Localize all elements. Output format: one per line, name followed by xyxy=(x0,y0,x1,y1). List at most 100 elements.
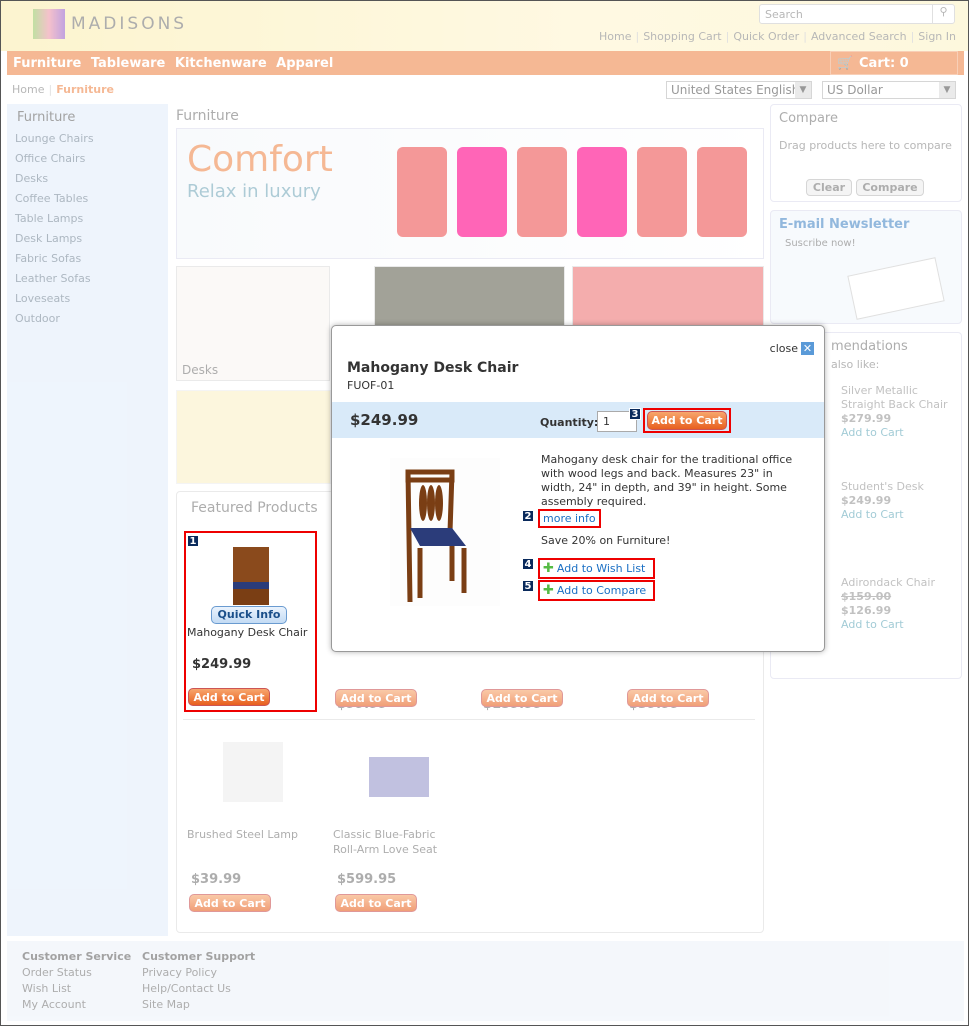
page-title: Furniture xyxy=(176,108,239,124)
sidebar-title: Furniture xyxy=(17,110,76,125)
nav-furniture[interactable]: Furniture xyxy=(13,56,81,71)
price-bar: $249.99 Quantity: 1 Add to Cart 3 xyxy=(332,402,824,438)
chair-image xyxy=(697,147,747,237)
language-value: United States English xyxy=(671,83,800,97)
search-icon[interactable]: ⚲ xyxy=(932,5,954,23)
product-image xyxy=(369,757,429,797)
currency-select[interactable]: US Dollar ▼ xyxy=(822,81,956,99)
footer-link[interactable]: Site Map xyxy=(142,998,190,1011)
search-placeholder: Search xyxy=(765,8,803,21)
highlight-box xyxy=(184,531,317,712)
close-button[interactable]: close ✕ xyxy=(770,342,814,355)
chair-image xyxy=(397,147,447,237)
product-image xyxy=(223,742,283,802)
product-card[interactable]: Brushed Steel Lamp $39.99 Add to Cart xyxy=(183,732,323,922)
clear-button[interactable]: Clear xyxy=(806,179,852,196)
sidebar-item[interactable]: Coffee Tables xyxy=(15,189,168,209)
rec-price: $126.99 xyxy=(841,604,892,617)
sidebar-item[interactable]: Table Lamps xyxy=(15,209,168,229)
compare-title: Compare xyxy=(779,111,838,126)
rec-add-to-cart[interactable]: Add to Cart xyxy=(841,426,904,440)
rec-price: $279.99 xyxy=(841,412,892,425)
sidebar-item[interactable]: Desks xyxy=(15,169,168,189)
logo-text[interactable]: MADISONS xyxy=(71,14,187,34)
category-nav: Furniture Tableware Kitchenware Apparel xyxy=(7,51,964,75)
footer-link[interactable]: Help/Contact Us xyxy=(142,982,231,995)
breadcrumb: Home | Furniture xyxy=(12,83,115,96)
add-to-cart-button[interactable]: Add to Cart xyxy=(189,894,271,912)
rec-add-to-cart[interactable]: Add to Cart xyxy=(841,618,904,632)
rec-name[interactable]: Student's Desk xyxy=(841,480,924,494)
envelope-icon xyxy=(847,257,945,320)
chair-image xyxy=(637,147,687,237)
footer-link[interactable]: Order Status xyxy=(22,966,92,979)
add-to-cart-button[interactable]: Add to Cart xyxy=(335,894,417,912)
rec-add-to-cart[interactable]: Add to Cart xyxy=(841,508,904,522)
annotation-badge: 5 xyxy=(522,580,534,592)
newsletter-subtitle: Suscribe now! xyxy=(785,238,856,249)
logo-icon[interactable] xyxy=(33,9,65,39)
banner[interactable]: Comfort Relax in luxury xyxy=(176,128,764,259)
footer-link[interactable]: Wish List xyxy=(22,982,71,995)
add-to-cart-button[interactable]: Add to Cart xyxy=(627,689,709,707)
sidebar: Furniture Lounge Chairs Office Chairs De… xyxy=(7,104,168,936)
promo-tile[interactable] xyxy=(176,390,331,484)
add-to-wish-list-link[interactable]: ✚ Add to Wish List xyxy=(538,558,655,579)
sidebar-item[interactable]: Lounge Chairs xyxy=(15,129,168,149)
link-advanced-search[interactable]: Advanced Search xyxy=(811,30,907,43)
product-price: $39.99 xyxy=(191,872,242,887)
plus-icon: ✚ xyxy=(543,583,554,598)
footer-link[interactable]: My Account xyxy=(22,998,86,1011)
footer-heading: Customer Support xyxy=(142,950,256,963)
newsletter-title: E-mail Newsletter xyxy=(779,217,910,232)
annotation-badge: 4 xyxy=(522,558,534,570)
sidebar-item[interactable]: Desk Lamps xyxy=(15,229,168,249)
chair-icon xyxy=(405,469,467,603)
product-description: Mahogany desk chair for the traditional … xyxy=(541,453,793,508)
product-name[interactable]: Classic Blue-Fabric Roll-Arm Love Seat xyxy=(333,827,453,857)
sidebar-item[interactable]: Fabric Sofas xyxy=(15,249,168,269)
add-to-cart-button[interactable]: Add to Cart xyxy=(481,689,563,707)
nav-tableware[interactable]: Tableware xyxy=(91,56,166,71)
add-to-compare-link[interactable]: ✚ Add to Compare xyxy=(538,580,655,601)
product-card[interactable]: Classic Blue-Fabric Roll-Arm Love Seat $5… xyxy=(329,732,469,922)
rec-name[interactable]: Silver Metallic Straight Back Chair xyxy=(841,384,956,412)
nav-apparel[interactable]: Apparel xyxy=(276,56,333,71)
quantity-label: Quantity: xyxy=(540,416,599,429)
sidebar-item[interactable]: Leather Sofas xyxy=(15,269,168,289)
compare-button[interactable]: Compare xyxy=(856,179,924,196)
sidebar-item[interactable]: Loveseats xyxy=(15,289,168,309)
category-desks[interactable]: Desks xyxy=(176,266,330,381)
add-to-cart-button[interactable]: Add to Cart xyxy=(335,689,417,707)
breadcrumb-home[interactable]: Home xyxy=(12,83,44,96)
footer-link[interactable]: Privacy Policy xyxy=(142,966,217,979)
cart-button[interactable]: 🛒Cart: 0 item(s) xyxy=(830,51,958,95)
product-name[interactable]: Brushed Steel Lamp xyxy=(187,827,298,842)
footer-heading: Customer Service xyxy=(22,950,132,963)
plus-icon: ✚ xyxy=(543,561,554,576)
link-quick-order[interactable]: Quick Order xyxy=(733,30,799,43)
link-sign-in[interactable]: Sign In xyxy=(918,30,956,43)
sidebar-item[interactable]: Outdoor xyxy=(15,309,168,329)
compare-panel: Compare Drag products here to compare Cl… xyxy=(770,104,962,202)
search-input[interactable]: Search ⚲ xyxy=(759,4,955,24)
breadcrumb-current: Furniture xyxy=(56,83,115,96)
sidebar-item[interactable]: Office Chairs xyxy=(15,149,168,169)
rec-old-price: $159.00 xyxy=(841,590,892,603)
link-shopping-cart[interactable]: Shopping Cart xyxy=(643,30,721,43)
annotation-badge: 3 xyxy=(629,408,641,420)
annotation-badge: 1 xyxy=(187,535,199,547)
language-select[interactable]: United States English ▼ xyxy=(666,81,812,99)
rec-name[interactable]: Adirondack Chair xyxy=(841,576,935,590)
chair-image xyxy=(517,147,567,237)
nav-kitchenware[interactable]: Kitchenware xyxy=(175,56,267,71)
highlight-box xyxy=(643,408,731,433)
link-home[interactable]: Home xyxy=(599,30,631,43)
site-header: MADISONS Search ⚲ Home | Shopping Cart | Quic… xyxy=(1,1,968,51)
divider xyxy=(183,719,755,720)
chevron-down-icon: ▼ xyxy=(795,82,811,98)
cart-icon: 🛒 xyxy=(837,56,854,71)
newsletter-panel[interactable]: E-mail Newsletter Suscribe now! xyxy=(770,210,962,324)
product-image-chair xyxy=(390,458,500,606)
more-info-link[interactable]: more info xyxy=(538,509,601,528)
